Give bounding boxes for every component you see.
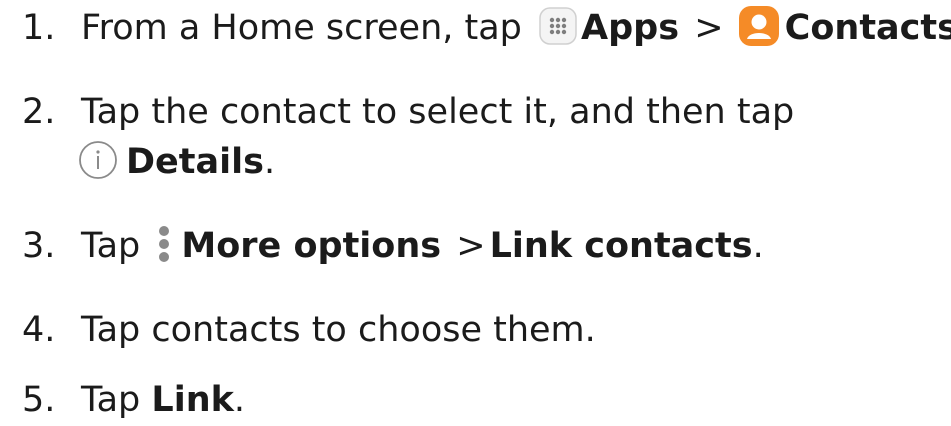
step-number: 3.: [22, 226, 56, 266]
step-number: 4.: [22, 310, 56, 350]
step-text: Tap Link.: [81, 378, 245, 422]
contacts-icon: [738, 6, 779, 46]
step-suffix: .: [263, 142, 276, 182]
step-prefix: Tap: [81, 226, 141, 266]
step-suffix: .: [752, 226, 764, 266]
link-contacts-label: Link contacts: [489, 226, 753, 266]
step-text-line-1: Tap the contact to select it, and then t…: [81, 92, 795, 132]
step-prefix: From a Home screen, tap: [81, 8, 522, 48]
step-suffix: .: [233, 380, 246, 420]
more-options-icon: [157, 224, 171, 264]
separator: >: [456, 226, 486, 266]
apps-grid-icon: [539, 7, 577, 45]
step-number: 1.: [22, 8, 56, 48]
step-text: Tap contacts to choose them.: [81, 310, 596, 350]
step-text-line-2: Details.: [78, 140, 275, 184]
more-options-label: More options: [181, 226, 442, 266]
contacts-label: Contacts: [784, 8, 951, 48]
step-number: 2.: [22, 92, 56, 132]
step-number: 5.: [22, 380, 56, 420]
details-label: Details: [126, 142, 264, 182]
separator: >: [694, 8, 724, 48]
step-prefix: Tap: [81, 380, 141, 420]
apps-label: Apps: [581, 8, 680, 48]
link-label: Link: [151, 380, 234, 420]
info-icon: [78, 140, 118, 180]
step-text: Tap More options > Link contacts.: [81, 224, 764, 268]
step-text: From a Home screen, tap Apps > Contacts: [81, 6, 951, 50]
instruction-list: 1. From a Home screen, tap Apps > Contac…: [0, 0, 951, 426]
